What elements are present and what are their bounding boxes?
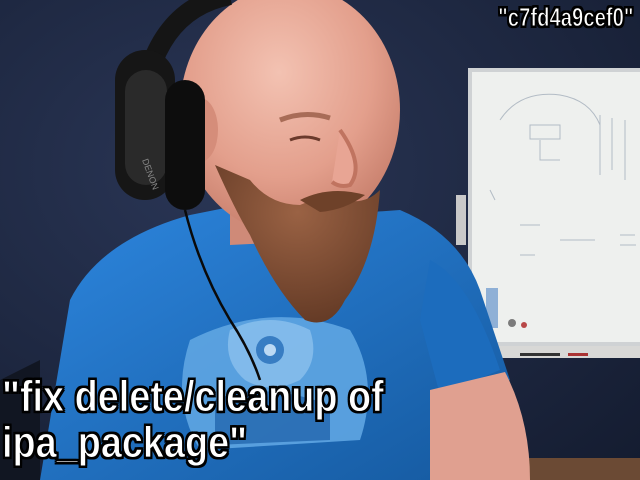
commit-message-line-2: ipa_package" — [2, 418, 248, 467]
commit-message-caption: "fix delete/cleanup of ipa_package" — [2, 372, 385, 467]
commit-message-line-1: "fix delete/cleanup of — [2, 372, 385, 421]
webcam-frame: DENON "c7fd4a9cef0" "fix delete/cleanup … — [0, 0, 640, 480]
commit-hash-caption: "c7fd4a9cef0" — [498, 2, 634, 33]
